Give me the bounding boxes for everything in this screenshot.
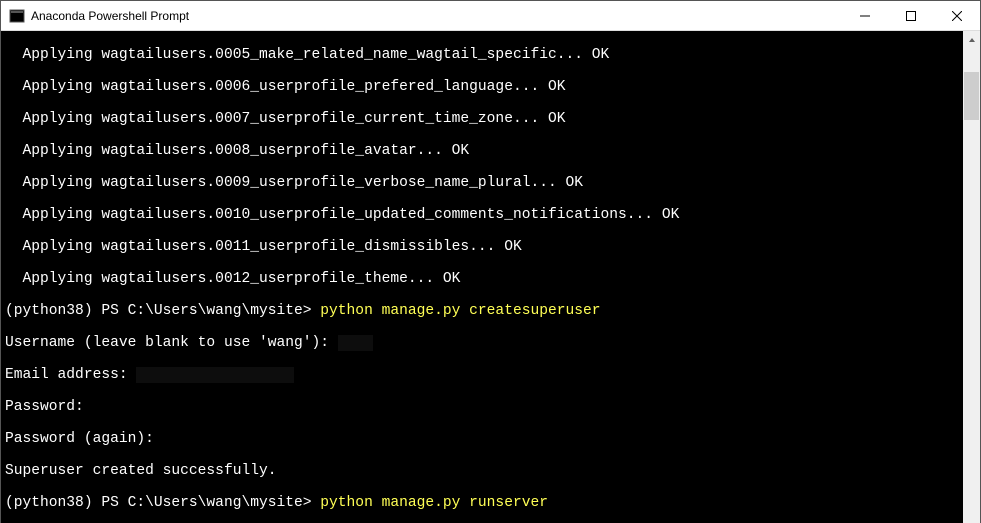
terminal-line: (python38) PS C:\Users\wang\mysite> pyth… — [5, 495, 963, 511]
email-prompt: Email address: — [5, 367, 136, 383]
command: python manage.py runserver — [320, 495, 548, 511]
scroll-up-arrow-icon[interactable] — [963, 31, 980, 48]
window: Anaconda Powershell Prompt Applying wagt… — [0, 0, 981, 523]
window-controls — [842, 1, 980, 31]
username-prompt: Username (leave blank to use 'wang'): — [5, 335, 338, 351]
minimize-button[interactable] — [842, 1, 888, 31]
terminal-line: Applying wagtailusers.0008_userprofile_a… — [5, 143, 963, 159]
terminal-line: Username (leave blank to use 'wang'): xx… — [5, 335, 963, 351]
scrollbar-thumb[interactable] — [964, 72, 979, 120]
prompt: (python38) PS C:\Users\wang\mysite> — [5, 303, 320, 319]
terminal-line: Password: — [5, 399, 963, 415]
vertical-scrollbar[interactable] — [963, 31, 980, 523]
content-wrap: Applying wagtailusers.0005_make_related_… — [1, 31, 980, 523]
redacted-input: xxxxxxxxxxxxxxxxxx — [136, 367, 294, 383]
maximize-button[interactable] — [888, 1, 934, 31]
terminal-line: Applying wagtailusers.0006_userprofile_p… — [5, 79, 963, 95]
redacted-input: xxxx — [338, 335, 373, 351]
terminal-line: Applying wagtailusers.0010_userprofile_u… — [5, 207, 963, 223]
terminal-line: Email address: xxxxxxxxxxxxxxxxxx — [5, 367, 963, 383]
terminal-line: Applying wagtailusers.0011_userprofile_d… — [5, 239, 963, 255]
terminal-line: (python38) PS C:\Users\wang\mysite> pyth… — [5, 303, 963, 319]
close-button[interactable] — [934, 1, 980, 31]
terminal-line: Superuser created successfully. — [5, 463, 963, 479]
terminal[interactable]: Applying wagtailusers.0005_make_related_… — [1, 31, 963, 523]
window-title: Anaconda Powershell Prompt — [31, 9, 189, 23]
terminal-line: Applying wagtailusers.0005_make_related_… — [5, 47, 963, 63]
scrollbar-track[interactable] — [963, 48, 980, 523]
prompt: (python38) PS C:\Users\wang\mysite> — [5, 495, 320, 511]
titlebar[interactable]: Anaconda Powershell Prompt — [1, 1, 980, 31]
terminal-line: Applying wagtailusers.0012_userprofile_t… — [5, 271, 963, 287]
terminal-line: Applying wagtailusers.0007_userprofile_c… — [5, 111, 963, 127]
command: python manage.py createsuperuser — [320, 303, 600, 319]
terminal-line: Password (again): — [5, 431, 963, 447]
app-icon — [9, 8, 25, 24]
terminal-line: Applying wagtailusers.0009_userprofile_v… — [5, 175, 963, 191]
